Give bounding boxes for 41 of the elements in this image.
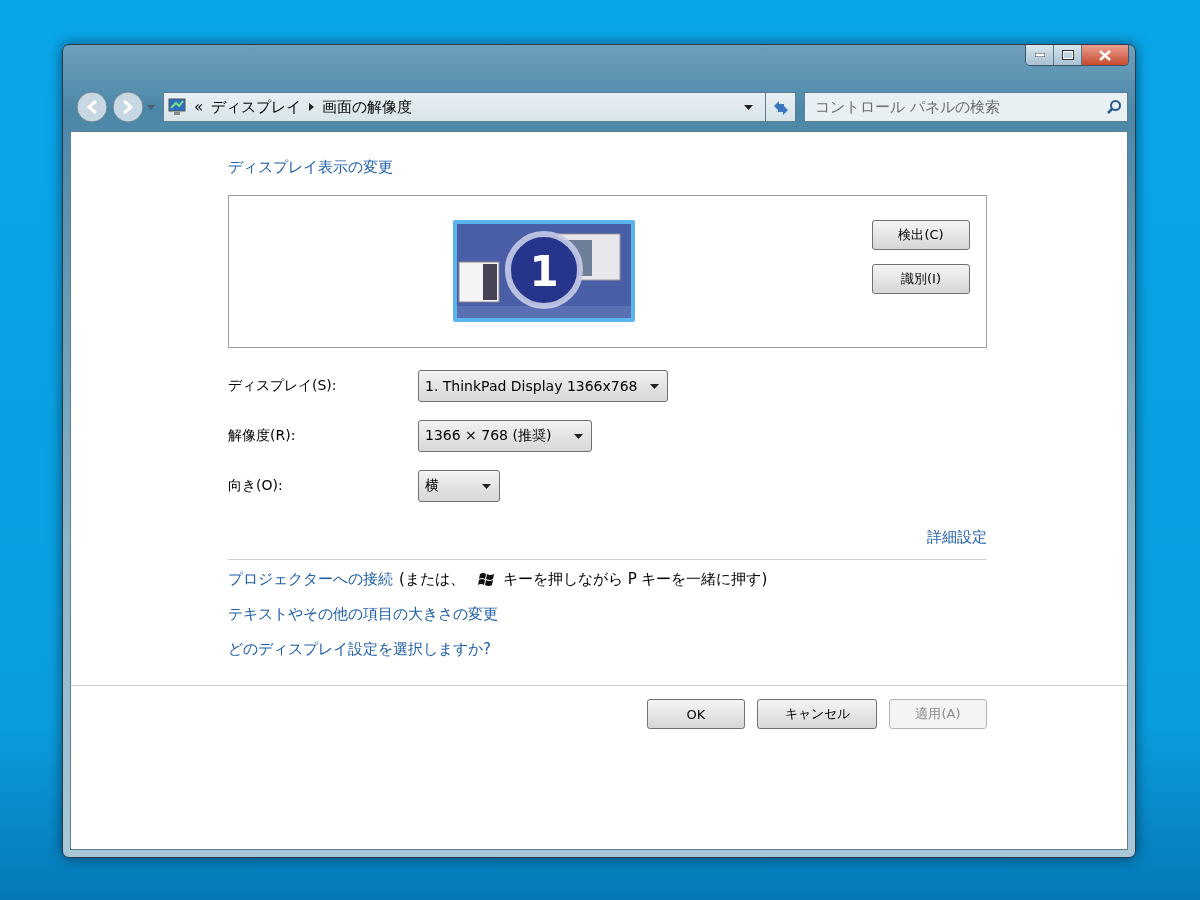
identify-button[interactable]: 識別(I) xyxy=(872,264,970,294)
maximize-button[interactable] xyxy=(1054,45,1082,65)
caret-icon xyxy=(482,483,491,489)
caret-icon[interactable] xyxy=(744,104,753,110)
close-icon xyxy=(1099,49,1111,61)
field-label: 解像度(R): xyxy=(228,427,297,445)
forward-button[interactable] xyxy=(111,90,145,124)
address-bar[interactable]: « ディスプレイ 画面の解像度 xyxy=(163,92,766,122)
windows-logo-icon xyxy=(476,571,497,588)
minimize-button[interactable] xyxy=(1026,45,1054,65)
ok-button[interactable]: OK xyxy=(647,699,745,729)
breadcrumb[interactable]: 画面の解像度 xyxy=(322,97,413,117)
caret-icon xyxy=(574,433,583,439)
settings-link[interactable]: どのディスプレイ設定を選択しますか? xyxy=(228,640,491,659)
chevron-icon[interactable] xyxy=(309,103,315,111)
minimize-icon xyxy=(1034,53,1045,57)
monitor-number: 1 xyxy=(529,247,559,296)
monitor-icon xyxy=(168,98,186,116)
advanced-settings-link[interactable]: 詳細設定 xyxy=(927,528,987,547)
breadcrumb[interactable]: ディスプレイ xyxy=(211,97,302,117)
field-label: 向き(O): xyxy=(228,477,284,495)
caret-icon xyxy=(650,383,659,389)
monitor-drawing[interactable]: 1 xyxy=(453,220,635,322)
cancel-button[interactable]: キャンセル xyxy=(757,699,877,729)
field-label: ディスプレイ(S): xyxy=(228,377,338,395)
projector-link[interactable]: プロジェクターへの接続 xyxy=(228,570,393,589)
dropdown[interactable]: 横 xyxy=(418,470,500,502)
maximize-icon xyxy=(1061,50,1074,60)
dropdown[interactable]: 1. ThinkPad Display 1366x768 xyxy=(418,370,668,402)
search-field[interactable]: コントロール パネルの検索 xyxy=(804,92,1128,122)
dropdown[interactable]: 1366 × 768 (推奨) xyxy=(418,420,592,452)
section-heading: ディスプレイ表示の変更 xyxy=(228,158,394,177)
detect-button[interactable]: 検出(C) xyxy=(872,220,970,250)
back-button[interactable] xyxy=(75,90,109,124)
refresh-button[interactable] xyxy=(766,92,796,122)
settings-link[interactable]: テキストやその他の項目の大きさの変更 xyxy=(228,605,498,624)
close-button[interactable] xyxy=(1082,45,1128,65)
hint-text: (または、 xyxy=(399,570,465,589)
search-icon[interactable] xyxy=(1106,99,1122,115)
hint-text: キーを押しながら P キーを一緒に押す) xyxy=(502,570,768,589)
breadcrumb-overflow[interactable]: « xyxy=(194,98,204,116)
